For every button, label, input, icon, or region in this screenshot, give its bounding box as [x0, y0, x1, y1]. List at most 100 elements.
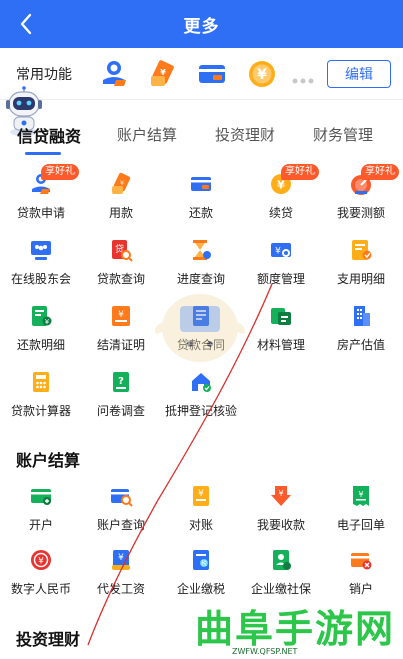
- grid-item-loan-contract[interactable]: 贷款合同: [161, 304, 241, 362]
- top-navbar: 更多: [0, 0, 403, 48]
- grid-item-payroll[interactable]: ¥ 代发工资: [81, 548, 161, 606]
- grid-item-loan-calculator[interactable]: 贷款计算器: [1, 370, 81, 428]
- grid-item-label: 抵押登记核验: [164, 404, 237, 418]
- grid-item-property-valuation[interactable]: 房产估值: [321, 304, 401, 362]
- svg-text:¥: ¥: [275, 247, 281, 257]
- receive-payment-icon: ¥: [269, 484, 293, 508]
- tab-financial-management[interactable]: 财务管理: [313, 124, 373, 145]
- quota-card-icon: ¥: [269, 238, 293, 262]
- grid-item-receive-payment[interactable]: ¥ 我要收款: [241, 484, 321, 542]
- tab-credit-financing[interactable]: 信贷融资: [17, 123, 81, 147]
- grid-item-label: 房产估值: [336, 338, 385, 352]
- use-money-icon: ¥: [109, 172, 133, 196]
- materials-icon: [269, 304, 293, 328]
- section-title-settlement: 账户结算: [16, 451, 81, 470]
- grid-item-use-money[interactable]: ¥ 用款: [81, 172, 161, 230]
- promo-badge: 享好礼: [281, 164, 319, 180]
- grid-item-quota-management[interactable]: ¥ 额度管理: [241, 238, 321, 296]
- svg-text:¥: ¥: [118, 553, 124, 563]
- grid-item-mortgage-verification[interactable]: 抵押登记核验: [161, 370, 241, 428]
- svg-text:?: ?: [118, 376, 124, 387]
- grid-item-label: 账户查询: [96, 518, 145, 532]
- svg-text:¥: ¥: [277, 179, 285, 192]
- grid-item-label: 我要收款: [256, 518, 305, 532]
- tax-icon: 税: [189, 548, 213, 572]
- back-chevron-icon[interactable]: [12, 10, 40, 38]
- grid-item-label: 额度管理: [256, 272, 305, 286]
- grid-item-label: 对账: [188, 518, 213, 532]
- grid-item-label: 我要测额: [336, 206, 385, 220]
- svg-text:¥: ¥: [120, 180, 124, 187]
- tab-investment[interactable]: 投资理财: [215, 124, 275, 145]
- grid-item-quota-estimate[interactable]: 享好礼 我要测额: [321, 164, 401, 230]
- grid-item-materials-management[interactable]: 材料管理: [241, 304, 321, 362]
- hourglass-icon: [189, 238, 213, 262]
- edit-button[interactable]: 编辑: [327, 60, 391, 88]
- repay-detail-icon: ¥: [29, 304, 53, 328]
- grid-item-account-query[interactable]: 账户查询: [81, 484, 161, 542]
- grid-item-label: 结清证明: [96, 338, 145, 352]
- grid-item-loan-apply[interactable]: 享好礼 贷款申请: [1, 164, 81, 230]
- grid-item-digital-rmb[interactable]: ¥ 数字人民币: [1, 548, 81, 606]
- renew-coin-icon[interactable]: ¥: [246, 58, 278, 90]
- svg-text:¥: ¥: [45, 318, 50, 326]
- grid-item-renew-loan[interactable]: ¥ 享好礼 续贷: [241, 164, 321, 230]
- grid-item-survey[interactable]: ? 问卷调查: [81, 370, 161, 428]
- grid-item-label: 支用明细: [336, 272, 385, 286]
- mortgage-verify-icon: [189, 370, 213, 394]
- grid-item-label: 贷款合同: [176, 338, 225, 352]
- loan-apply-icon[interactable]: [98, 58, 130, 90]
- grid-item-loan-query[interactable]: 贷 贷款查询: [81, 238, 161, 296]
- more-functions-page: 更多 常用功能 ¥ ¥ 编辑 信贷融资 账户结算 投资理财 财务管理 享好礼 贷…: [0, 0, 403, 659]
- grid-item-open-account[interactable]: 开户: [1, 484, 81, 542]
- grid-item-label: 材料管理: [256, 338, 305, 352]
- common-functions-bar: 常用功能 ¥ ¥ 编辑: [0, 48, 403, 100]
- digital-rmb-icon: ¥: [29, 548, 53, 572]
- grid-item-settlement-certificate[interactable]: ¥ 结清证明: [81, 304, 161, 362]
- promo-badge: 享好礼: [41, 164, 79, 180]
- grid-item-label: 还款: [188, 206, 213, 220]
- grid-item-label: 代发工资: [96, 582, 145, 596]
- use-money-icon[interactable]: ¥: [146, 58, 178, 90]
- grid-item-online-shareholder-meeting[interactable]: 在线股东会: [1, 238, 81, 296]
- grid-item-repay-detail[interactable]: ¥ 还款明细: [1, 304, 81, 362]
- svg-text:¥: ¥: [118, 310, 124, 320]
- e-receipt-icon: ¥: [349, 484, 373, 508]
- grid-item-e-receipt[interactable]: ¥ 电子回单: [321, 484, 401, 542]
- repay-card-icon: [189, 172, 213, 196]
- social-security-icon: [269, 548, 293, 572]
- usage-detail-icon: [349, 238, 373, 262]
- svg-text:¥: ¥: [257, 67, 267, 83]
- page-title: 更多: [183, 16, 220, 37]
- grid-item-reconcile[interactable]: ¥ 对账: [161, 484, 241, 542]
- more-dots-icon[interactable]: [291, 70, 315, 84]
- common-functions-label: 常用功能: [16, 67, 72, 83]
- grid-item-label: 用款: [108, 206, 133, 220]
- grid-item-label: 在线股东会: [10, 272, 71, 286]
- grid-item-label: 进度查询: [176, 272, 225, 286]
- svg-text:税: 税: [201, 560, 207, 568]
- grid-item-label: 贷款计算器: [10, 404, 71, 418]
- svg-text:¥: ¥: [38, 557, 44, 567]
- grid-item-label: 企业缴社保: [250, 582, 311, 596]
- grid-item-label: 电子回单: [336, 518, 385, 532]
- repay-card-icon[interactable]: [196, 58, 228, 90]
- grid-item-label: 问卷调查: [96, 404, 145, 418]
- grid-item-repay[interactable]: 还款: [161, 172, 241, 230]
- grid-item-progress-query[interactable]: 进度查询: [161, 238, 241, 296]
- grid-item-usage-detail[interactable]: 支用明细: [321, 238, 401, 296]
- svg-text:¥: ¥: [358, 490, 363, 499]
- grid-item-label: 贷款查询: [96, 272, 145, 286]
- grid-item-label: 续贷: [268, 206, 293, 220]
- svg-text:¥: ¥: [198, 489, 204, 499]
- payroll-icon: ¥: [109, 548, 133, 572]
- grid-item-label: 贷款申请: [16, 206, 65, 220]
- svg-text:¥: ¥: [278, 489, 283, 498]
- close-account-icon: [349, 548, 373, 572]
- open-account-icon: [29, 484, 53, 508]
- building-icon: [349, 304, 373, 328]
- grid-item-label: 开户: [28, 518, 53, 532]
- account-query-icon: [109, 484, 133, 508]
- tab-account-settlement[interactable]: 账户结算: [117, 124, 177, 145]
- loan-query-icon: 贷: [109, 238, 133, 262]
